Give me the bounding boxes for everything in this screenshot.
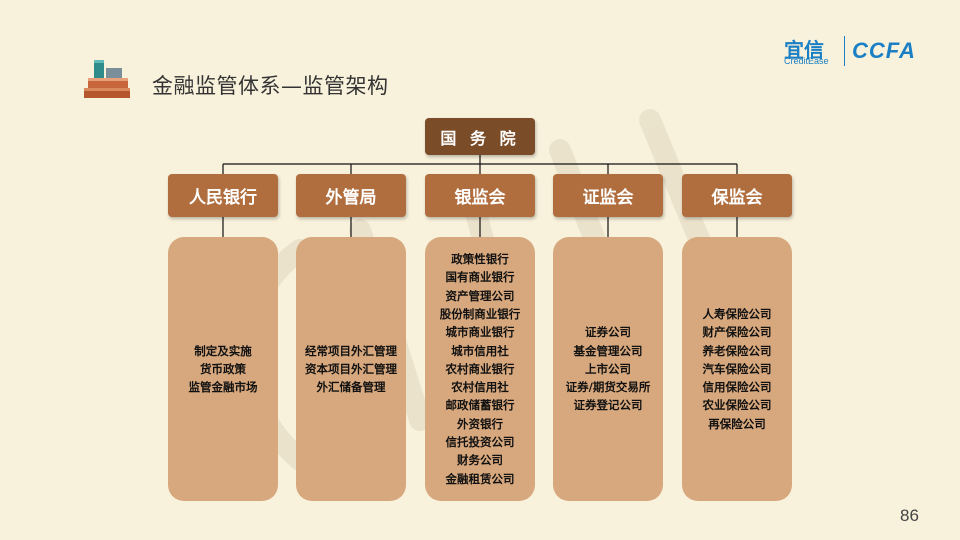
node-circ: 保监会: [682, 174, 792, 217]
list-item: 财产保险公司: [702, 325, 772, 340]
list-item: 经常项目外汇管理: [305, 343, 397, 358]
node-safe: 外管局: [296, 174, 406, 217]
list-item: 制定及实施: [194, 343, 252, 358]
detail-circ: 人寿保险公司 财产保险公司 养老保险公司 汽车保险公司 信用保险公司 农业保险公…: [682, 237, 792, 501]
node-pboc: 人民银行: [168, 174, 278, 217]
list-item: 城市信用社: [451, 343, 509, 358]
list-item: 农村信用社: [451, 380, 509, 395]
list-item: 再保险公司: [708, 416, 766, 431]
list-item: 股份制商业银行: [439, 306, 521, 321]
list-item: 城市商业银行: [445, 325, 515, 340]
detail-pboc: 制定及实施 货币政策 监管金融市场: [168, 237, 278, 501]
page-number: 86: [900, 506, 919, 525]
list-item: 基金管理公司: [573, 343, 643, 358]
detail-cbrc: 政策性银行 国有商业银行 资产管理公司 股份制商业银行 城市商业银行 城市信用社…: [425, 237, 535, 501]
list-item: 上市公司: [585, 361, 631, 376]
node-state-council: 国 务 院: [425, 118, 535, 155]
list-item: 国有商业银行: [445, 270, 515, 285]
list-item: 农业保险公司: [702, 398, 772, 413]
list-item: 资产管理公司: [445, 288, 515, 303]
list-item: 资本项目外汇管理: [305, 361, 397, 376]
slide: 金融监管体系—监管架构 宜信 CreditEase CCFA 国 务 院 人民银…: [0, 0, 960, 540]
list-item: 汽车保险公司: [702, 361, 772, 376]
list-item: 外汇储备管理: [316, 380, 386, 395]
list-item: 养老保险公司: [702, 343, 772, 358]
list-item: 信托投资公司: [445, 435, 515, 450]
list-item: 财务公司: [457, 453, 503, 468]
list-item: 证券/期货交易所: [565, 380, 651, 395]
list-item: 外资银行: [457, 416, 503, 431]
list-item: 证券登记公司: [573, 398, 643, 413]
list-item: 农村商业银行: [445, 361, 515, 376]
node-cbrc: 银监会: [425, 174, 535, 217]
list-item: 政策性银行: [451, 252, 509, 267]
list-item: 监管金融市场: [188, 380, 258, 395]
detail-csrc: 证券公司 基金管理公司 上市公司 证券/期货交易所 证券登记公司: [553, 237, 663, 501]
list-item: 信用保险公司: [702, 380, 772, 395]
list-item: 人寿保险公司: [702, 306, 772, 321]
detail-safe: 经常项目外汇管理 资本项目外汇管理 外汇储备管理: [296, 237, 406, 501]
list-item: 货币政策: [200, 361, 246, 376]
list-item: 证券公司: [585, 325, 631, 340]
list-item: 邮政储蓄银行: [445, 398, 515, 413]
list-item: 金融租赁公司: [445, 471, 515, 486]
node-csrc: 证监会: [553, 174, 663, 217]
